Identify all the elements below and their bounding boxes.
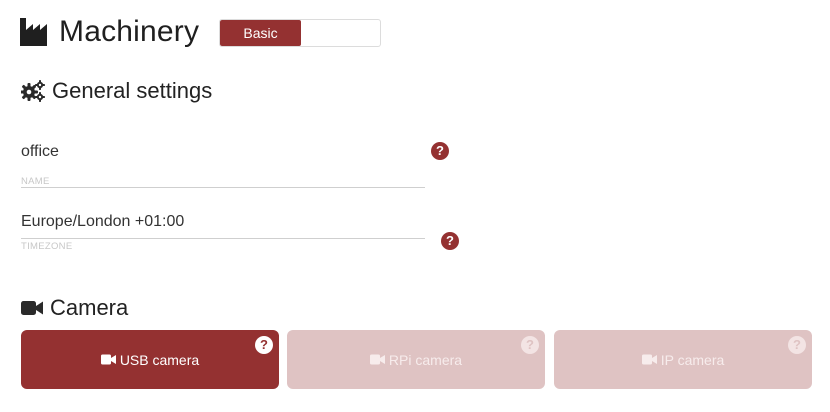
video-camera-icon [369,354,385,365]
timezone-help-icon[interactable]: ? [441,232,459,250]
mode-basic-option[interactable]: Basic [220,20,301,46]
general-settings-heading: General settings [21,78,212,104]
name-help-icon[interactable]: ? [431,142,449,160]
video-camera-icon [100,354,116,365]
rpi-camera-option[interactable]: RPi camera ? [287,330,545,389]
general-settings-title: General settings [52,78,213,103]
ip-camera-help-icon[interactable]: ? [788,336,806,354]
camera-heading: Camera [21,295,128,321]
timezone-field: TIMEZONE [21,211,425,252]
video-camera-icon [21,300,43,316]
usb-camera-option[interactable]: USB camera ? [21,330,279,389]
name-label: NAME [21,176,50,187]
factory-icon [20,18,50,46]
rpi-camera-help-icon[interactable]: ? [521,336,539,354]
timezone-underline [21,238,425,239]
mode-advanced-option[interactable] [301,20,380,46]
mode-toggle[interactable]: Basic [219,19,381,47]
page-header: Machinery [20,14,199,50]
ip-camera-option[interactable]: IP camera ? [554,330,812,389]
camera-title: Camera [50,295,129,320]
cogs-icon [21,80,45,102]
timezone-label: TIMEZONE [21,241,73,252]
timezone-input[interactable] [21,211,425,233]
video-camera-icon [641,354,657,365]
usb-camera-help-icon[interactable]: ? [255,336,273,354]
usb-camera-label: USB camera [119,351,200,368]
rpi-camera-label: RPi camera [388,351,463,368]
ip-camera-label: IP camera [660,351,725,368]
settings-page: Machinery Basic General settings office … [0,0,830,412]
name-input[interactable] [21,141,425,163]
page-title: Machinery [59,15,200,48]
name-underline [21,187,425,188]
name-field: NAME [21,141,425,188]
